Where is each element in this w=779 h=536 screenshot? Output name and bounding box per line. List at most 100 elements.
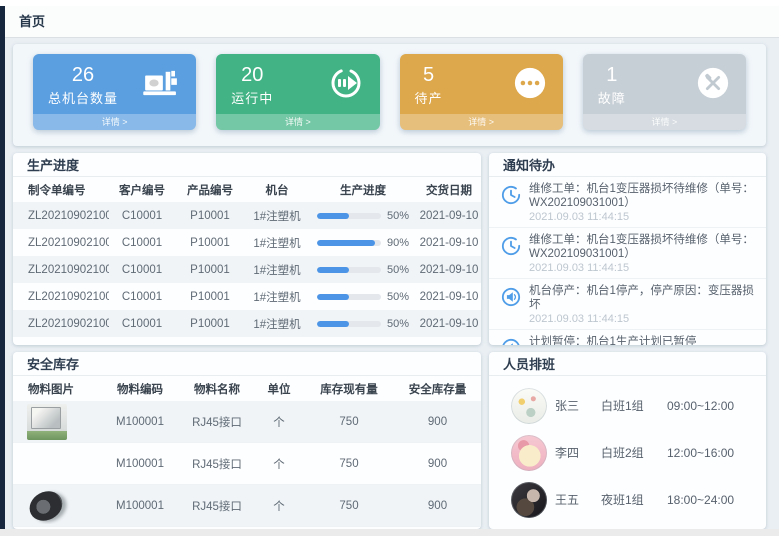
order-no: ZL202109021001 bbox=[13, 237, 109, 249]
clock-icon bbox=[501, 243, 521, 260]
table-row: ZL202109021001 C10001 P10001 1#注塑机 50% 2… bbox=[13, 310, 481, 337]
order-no: ZL202109021001 bbox=[13, 318, 109, 330]
stat-body: 26 总机台数量 bbox=[48, 64, 118, 107]
progress-bar bbox=[317, 240, 381, 246]
person-name: 张三 bbox=[555, 397, 601, 414]
person-name: 李四 bbox=[555, 444, 601, 461]
material-code: M100001 bbox=[101, 416, 179, 428]
machine-name: 1#注塑机 bbox=[245, 289, 309, 305]
notice-item[interactable]: 机台停产：机台1停产，停产原因：变压器损坏 2021.09.03 11:44:1… bbox=[489, 279, 766, 330]
panel-title: 人员排班 bbox=[489, 352, 766, 376]
progress-fill bbox=[317, 240, 375, 246]
speaker-icon bbox=[501, 294, 521, 311]
waiting-icon bbox=[513, 66, 547, 105]
safety-stock: 900 bbox=[395, 500, 480, 512]
shift-time: 12:00~16:00 bbox=[667, 446, 734, 460]
detail-link[interactable]: 详情 > bbox=[216, 114, 379, 130]
notices-panel: 通知待办 维修工单：机台1变压器损坏待维修（单号：WX20210903 bbox=[489, 153, 766, 345]
material-unit: 个 bbox=[255, 414, 303, 430]
panel-title: 安全库存 bbox=[13, 352, 481, 376]
notice-timestamp: 2021.09.03 11:44:15 bbox=[529, 211, 754, 224]
due-date: 2021-09-10 bbox=[417, 237, 481, 249]
column-header: 单位 bbox=[255, 381, 303, 397]
personnel-shifts-panel: 人员排班 张三 白班1组 09:00~12:00 李四 白班2组 12:00~1… bbox=[489, 352, 766, 529]
dashboard-screen: 首页 26 总机台数量 bbox=[0, 0, 779, 536]
detail-link[interactable]: 详情 > bbox=[400, 114, 563, 130]
notice-item[interactable]: 维修工单：机台1变压器损坏待维修（单号：WX202109031001） 2021… bbox=[489, 177, 766, 228]
shift-time: 18:00~24:00 bbox=[667, 493, 734, 507]
material-name: RJ45接口 bbox=[179, 456, 255, 472]
progress-cell: 50% bbox=[309, 291, 417, 303]
detail-link[interactable]: 详情 > bbox=[33, 114, 196, 130]
material-image bbox=[27, 404, 67, 440]
table-header: 制令单编号 客户编号 产品编号 机台 生产进度 交货日期 bbox=[13, 177, 481, 202]
progress-fill bbox=[317, 294, 349, 300]
stat-body: 5 待产 bbox=[415, 64, 443, 107]
product-no: P10001 bbox=[175, 291, 245, 303]
table-row: ZL202109021001 C10001 P10001 1#注塑机 90% 2… bbox=[13, 229, 481, 256]
progress-percent: 50% bbox=[387, 318, 409, 330]
column-header: 生产进度 bbox=[309, 182, 417, 198]
safety-stock-panel: 安全库存 物料图片 物料编码 物料名称 单位 库存现有量 安全库存量 M1000… bbox=[13, 352, 481, 529]
stat-card[interactable]: 5 待产 详情 > bbox=[400, 54, 563, 130]
notice-item[interactable]: 维修工单：机台1变压器损坏待维修（单号：WX202109031001） 2021… bbox=[489, 228, 766, 279]
material-image-cell bbox=[13, 445, 101, 482]
panel-title: 生产进度 bbox=[13, 153, 481, 177]
progress-cell: 50% bbox=[309, 264, 417, 276]
due-date: 2021-09-10 bbox=[417, 318, 481, 330]
stat-value: 26 bbox=[48, 64, 118, 87]
table-row: ZL202109021001 C10001 P10001 1#注塑机 50% 2… bbox=[13, 202, 481, 229]
order-no: ZL202109021001 bbox=[13, 210, 109, 222]
material-name: RJ45接口 bbox=[179, 498, 255, 514]
machine-name: 1#注塑机 bbox=[245, 262, 309, 278]
order-no: ZL202109021001 bbox=[13, 264, 109, 276]
product-no: P10001 bbox=[175, 210, 245, 222]
notice-timestamp: 2021.09.03 11:44:15 bbox=[529, 313, 754, 326]
column-header: 客户编号 bbox=[109, 182, 175, 198]
notice-item[interactable]: 计划暂停：机台1生产计划已暂停 2021.09.03 11:44:15 bbox=[489, 330, 766, 345]
progress-fill bbox=[317, 213, 349, 219]
table-row: ZL202109021001 C10001 P10001 1#注塑机 50% 2… bbox=[13, 256, 481, 283]
stat-body: 20 运行中 bbox=[231, 64, 273, 107]
column-header: 库存现有量 bbox=[303, 381, 395, 397]
panel-title: 通知待办 bbox=[489, 153, 766, 177]
shift-list: 张三 白班1组 09:00~12:00 李四 白班2组 12:00~16:00 … bbox=[489, 376, 766, 523]
stat-card[interactable]: 26 总机台数量 bbox=[33, 54, 196, 130]
stat-label: 总机台数量 bbox=[48, 88, 118, 107]
table-row: M100001 RJ45接口 个 750 900 bbox=[13, 401, 481, 443]
notice-text: 计划暂停：机台1生产计划已暂停 bbox=[529, 335, 696, 345]
avatar bbox=[511, 388, 547, 424]
customer-no: C10001 bbox=[109, 237, 175, 249]
notice-text: 机台停产：机台1停产，停产原因：变压器损坏 bbox=[529, 284, 754, 312]
customer-no: C10001 bbox=[109, 264, 175, 276]
shift-group: 夜班1组 bbox=[601, 491, 667, 508]
shift-group: 白班2组 bbox=[601, 444, 667, 461]
sidebar-edge-strip bbox=[0, 6, 5, 529]
stat-label: 故障 bbox=[598, 88, 626, 107]
due-date: 2021-09-10 bbox=[417, 264, 481, 276]
material-code: M100001 bbox=[101, 500, 179, 512]
stock-on-hand: 750 bbox=[303, 500, 395, 512]
column-header: 物料名称 bbox=[179, 381, 255, 397]
list-item: 李四 白班2组 12:00~16:00 bbox=[489, 429, 766, 476]
table-header: 物料图片 物料编码 物料名称 单位 库存现有量 安全库存量 bbox=[13, 376, 481, 401]
progress-percent: 50% bbox=[387, 264, 409, 276]
column-header: 交货日期 bbox=[417, 182, 481, 198]
progress-percent: 50% bbox=[387, 210, 409, 222]
column-header: 产品编号 bbox=[175, 182, 245, 198]
material-name: RJ45接口 bbox=[179, 414, 255, 430]
detail-link[interactable]: 详情 > bbox=[583, 114, 746, 130]
stat-card[interactable]: 20 运行中 详情 > bbox=[216, 54, 379, 130]
progress-bar bbox=[317, 294, 381, 300]
table-row: M100001 RJ45接口 个 750 900 bbox=[13, 485, 481, 527]
running-icon bbox=[328, 65, 364, 106]
stat-body: 1 故障 bbox=[598, 64, 626, 107]
notice-list: 维修工单：机台1变压器损坏待维修（单号：WX202109031001） 2021… bbox=[489, 177, 766, 345]
notice-text: 维修工单：机台1变压器损坏待维修（单号：WX202109031001） bbox=[529, 233, 754, 261]
progress-bar bbox=[317, 213, 381, 219]
stat-card[interactable]: 1 故障 bbox=[583, 54, 746, 130]
tab-home[interactable]: 首页 bbox=[19, 6, 45, 37]
stat-cards-panel: 26 总机台数量 bbox=[13, 44, 766, 146]
customer-no: C10001 bbox=[109, 210, 175, 222]
stat-value: 1 bbox=[598, 64, 626, 87]
